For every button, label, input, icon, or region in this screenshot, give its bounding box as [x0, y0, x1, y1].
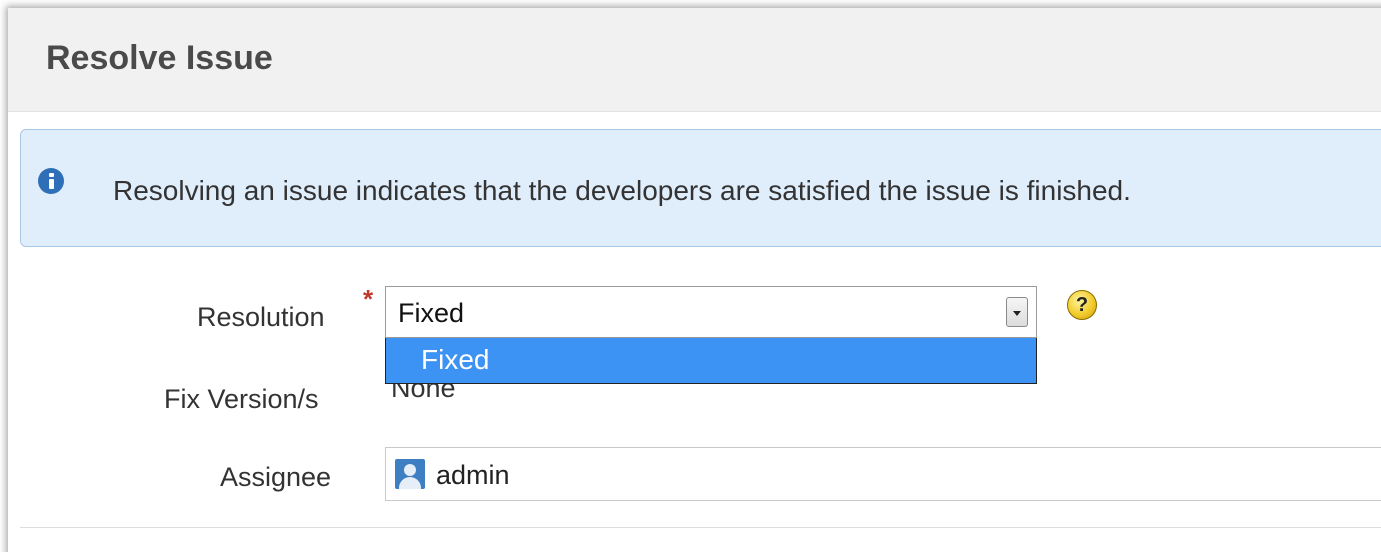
divider	[20, 527, 1381, 528]
fix-version-label: Fix Version/s	[164, 384, 319, 414]
assignee-label: Assignee	[220, 462, 332, 492]
dialog-title: Resolve Issue	[46, 39, 273, 77]
dropdown-option-fixed[interactable]: Fixed	[421, 344, 489, 376]
assignee-field[interactable]: admin	[385, 447, 1381, 501]
screen: Resolve Issue Resolving an issue indicat…	[0, 0, 1381, 552]
info-message: Resolving an issue indicates that the de…	[20, 129, 1381, 247]
info-icon	[38, 168, 64, 194]
resolution-select[interactable]: Fixed	[385, 286, 1037, 338]
resolution-label: Resolution	[197, 302, 325, 332]
user-avatar-icon	[395, 459, 425, 489]
dialog-header: Resolve Issue	[8, 8, 1381, 112]
resolution-dropdown-list: Fixed	[385, 338, 1037, 384]
chevron-down-icon[interactable]	[1006, 297, 1028, 327]
required-indicator: *	[363, 284, 374, 314]
help-icon[interactable]: ?	[1067, 290, 1097, 320]
assignee-value: admin	[436, 460, 510, 490]
resolution-selected-value: Fixed	[398, 298, 465, 328]
info-message-text: Resolving an issue indicates that the de…	[113, 175, 1131, 206]
